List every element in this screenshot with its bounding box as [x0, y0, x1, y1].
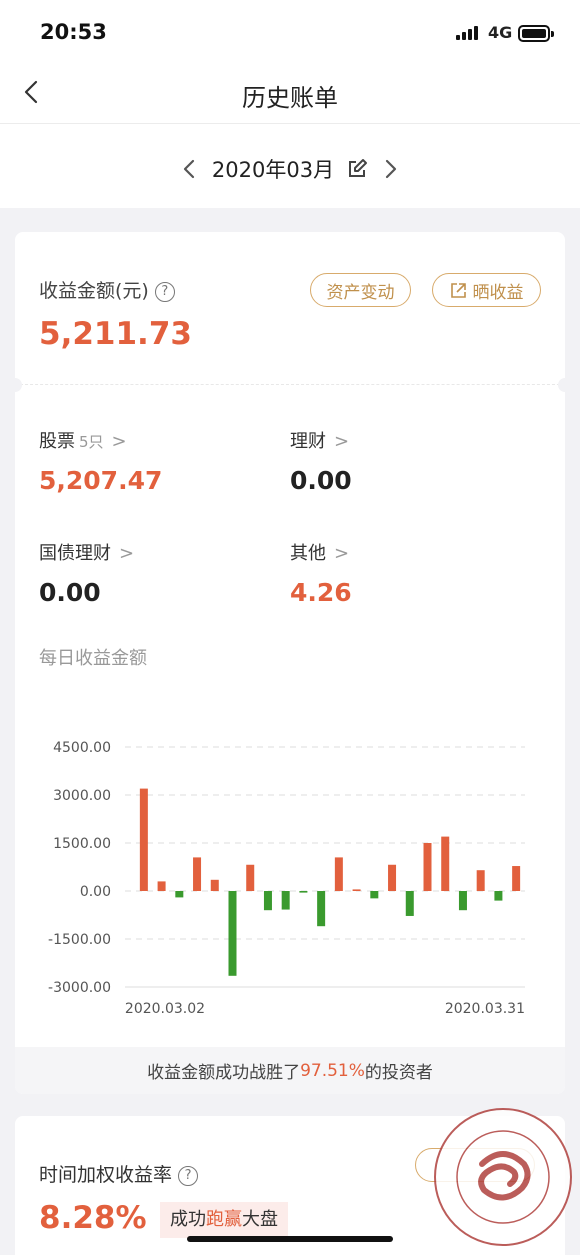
beat-text-suffix: 的投资者 [364, 1063, 433, 1083]
category-other[interactable]: 其他 > [290, 539, 349, 565]
ticket-notch-right [558, 378, 572, 392]
category-wealth[interactable]: 理财 > [290, 427, 349, 453]
chart-bar [228, 891, 237, 976]
status-bar: 20:53 4G [0, 0, 580, 62]
beat-investors-banner: 收益金额成功战胜了 97.51% 的投资者 [15, 1047, 565, 1094]
chart-bar [281, 891, 290, 910]
chart-bar [388, 864, 397, 891]
chart-bar [370, 891, 379, 899]
chart-bar [334, 857, 343, 891]
edit-icon[interactable] [346, 158, 368, 180]
chart-bar [139, 788, 148, 891]
help-icon[interactable]: ? [178, 1165, 199, 1186]
chart-bar [157, 881, 166, 891]
chart-bar [263, 891, 272, 911]
share-income-button[interactable]: 晒收益 [432, 273, 541, 307]
home-indicator [187, 1236, 393, 1242]
chart-bar [175, 891, 184, 898]
chart-bar [423, 843, 432, 891]
chart-bar [405, 891, 414, 916]
asset-change-button[interactable]: 资产变动 [310, 273, 411, 307]
beat-percent: 97.51% [300, 1060, 365, 1081]
twr-label-row: 时间加权收益率? [39, 1160, 199, 1187]
chart-bar [299, 891, 308, 893]
prev-month-icon[interactable] [178, 156, 200, 182]
income-value: 5,211.73 [39, 316, 192, 352]
month-selector: 2020年03月 [0, 124, 580, 208]
battery-icon [518, 25, 554, 42]
share-icon [450, 282, 466, 298]
y-tick-label: 4500.00 [53, 740, 111, 756]
category-other-value: 4.26 [290, 578, 352, 607]
y-tick-label: 3000.00 [53, 788, 111, 804]
next-month-icon[interactable] [380, 156, 402, 182]
y-tick-label: 1500.00 [53, 836, 111, 852]
ticket-notch-left [8, 378, 22, 392]
watermark-stamp-logo [434, 1108, 572, 1246]
chart-bar [352, 889, 361, 891]
chevron-right-icon: > [334, 431, 350, 452]
twr-label: 时间加权收益率 [39, 1164, 173, 1186]
divider [15, 384, 565, 385]
y-tick-label: -1500.00 [48, 932, 111, 948]
status-time: 20:53 [40, 20, 107, 44]
chart-bar [210, 879, 219, 891]
category-bonds-value: 0.00 [39, 578, 101, 607]
income-label-row: 收益金额(元)? [39, 276, 175, 303]
nav-bar: 历史账单 [0, 62, 580, 124]
beat-suffix: 大盘 [242, 1209, 278, 1230]
network-label: 4G [488, 23, 513, 42]
share-income-label: 晒收益 [472, 282, 524, 303]
beat-text-prefix: 收益金额成功战胜了 [147, 1063, 301, 1083]
chart-bar [512, 866, 521, 891]
category-stocks-label: 股票 [39, 431, 75, 452]
help-icon[interactable]: ? [154, 281, 175, 302]
category-other-label: 其他 [290, 543, 326, 564]
signal-icon [456, 26, 478, 40]
chevron-right-icon: > [119, 543, 135, 564]
income-label: 收益金额(元) [39, 280, 149, 302]
chart-bar [317, 891, 326, 927]
chart-title: 每日收益金额 [39, 648, 147, 669]
twr-value: 8.28% [39, 1200, 147, 1236]
category-wealth-label: 理财 [290, 431, 326, 452]
category-bonds[interactable]: 国债理财 > [39, 539, 134, 565]
income-summary-card: 收益金额(元)? 5,211.73 资产变动 晒收益 股票 5只 > 5,207.4… [8, 232, 572, 1094]
beat-highlight: 跑赢 [206, 1209, 242, 1230]
stock-count: 5只 [79, 433, 104, 451]
category-stocks-value: 5,207.47 [39, 466, 163, 495]
category-wealth-value: 0.00 [290, 466, 352, 495]
y-tick-label: -3000.00 [48, 980, 111, 996]
chart-bar [494, 891, 503, 901]
chart-bar [458, 891, 467, 911]
daily-income-chart: 4500.00 3000.00 1500.00 0.00 -1500.00 -3000.0… [48, 740, 525, 1017]
y-tick-label: 0.00 [80, 884, 111, 900]
asset-change-label: 资产变动 [326, 282, 395, 303]
beat-prefix: 成功 [170, 1209, 206, 1230]
chart-bar [246, 864, 255, 891]
beat-market-badge: 成功跑赢大盘 [160, 1202, 288, 1238]
x-start-label: 2020.03.02 [125, 1001, 205, 1017]
chart-bar [441, 836, 450, 891]
chart-bar [193, 857, 202, 891]
x-end-label: 2020.03.31 [445, 1001, 525, 1017]
page-title: 历史账单 [242, 84, 338, 112]
month-label: 2020年03月 [211, 158, 335, 182]
chart-bar [476, 870, 485, 891]
category-stocks[interactable]: 股票 5只 > [39, 427, 127, 453]
category-bonds-label: 国债理财 [39, 543, 111, 564]
chevron-right-icon: > [334, 543, 350, 564]
chevron-right-icon: > [111, 431, 127, 452]
